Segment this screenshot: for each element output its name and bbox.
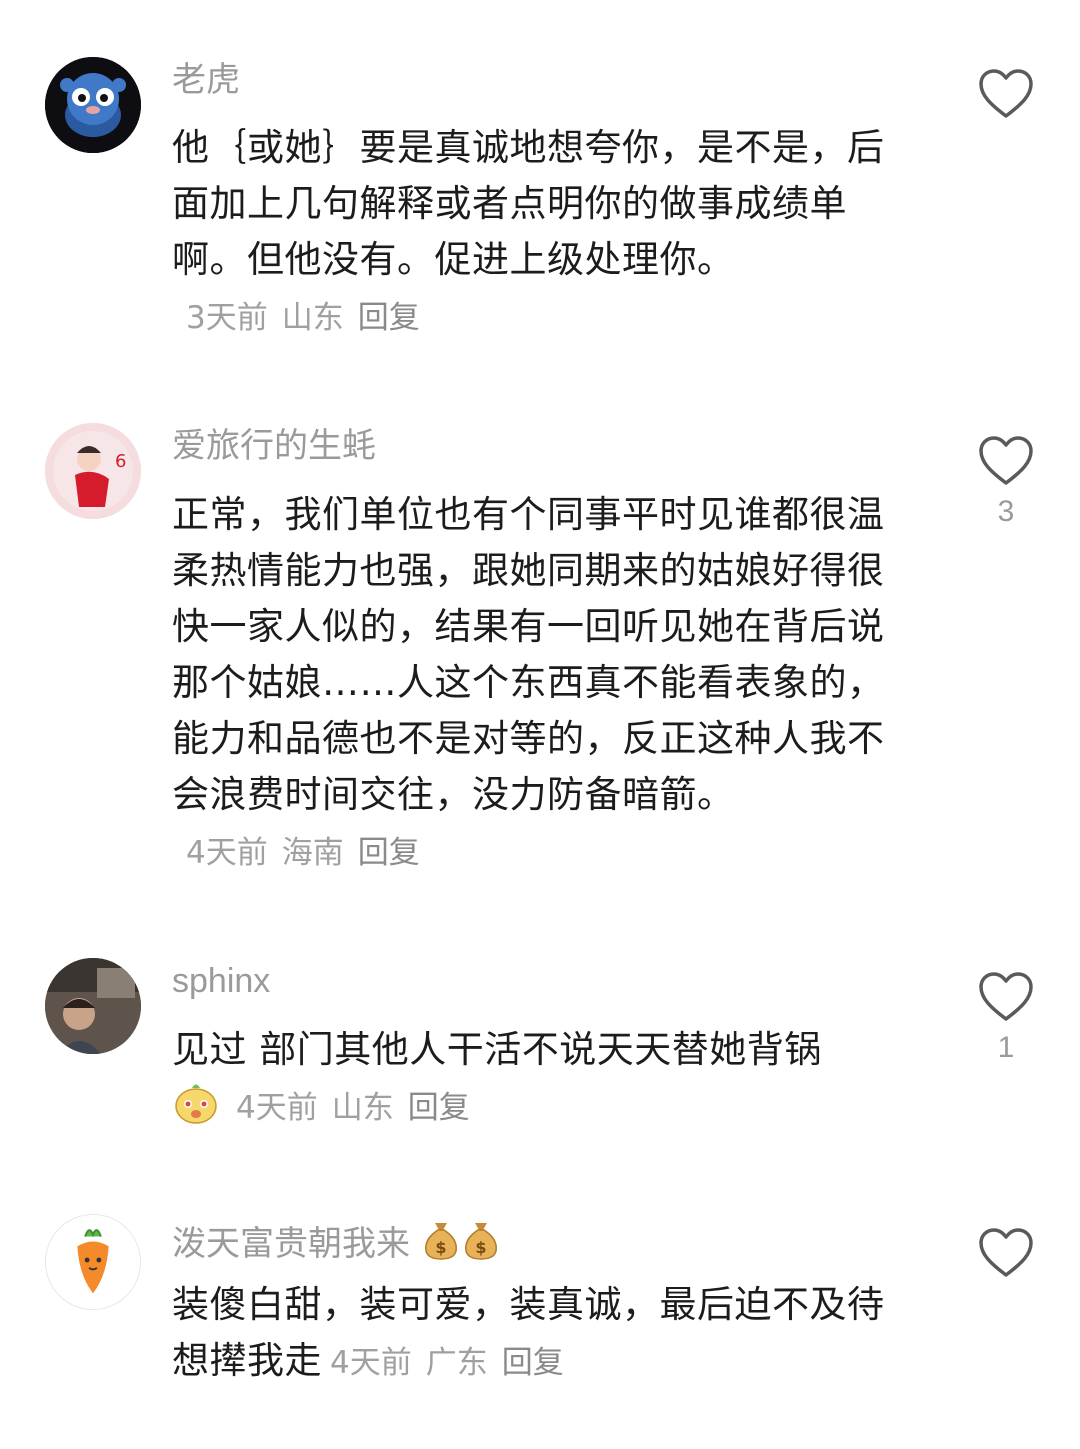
reply-button[interactable]: 回复 [358,300,420,336]
heart-icon [979,436,1033,485]
reply-button[interactable]: 回复 [358,835,420,871]
comment-body: 正常，我们单位也有个同事平时见谁都很温柔热情能力也强，跟她同期来的姑娘好得很快一… [172,493,885,816]
money-bag-icon: $ [421,1217,461,1270]
username[interactable]: sphinx [172,961,270,1001]
avatar-image: 6 [45,423,141,519]
avatar[interactable] [45,1214,141,1310]
heart-icon [979,1228,1033,1277]
comment-meta: 4天前 海南 回复 [186,835,434,871]
username[interactable]: 老虎 [172,60,240,100]
heart-icon [979,69,1033,118]
comment-location: 海南 [281,835,344,871]
reply-button[interactable]: 回复 [408,1090,470,1126]
comment-meta: 4天前 山东 回复 [236,1090,484,1126]
like-count: 1 [997,1031,1015,1064]
comment-body: 他｛或她｝要是真诚地想夸你，是不是，后面加上几句解释或者点明你的做事成绩单啊。但… [172,126,885,281]
avatar-image [45,958,141,1054]
money-bag-icon: $ [461,1217,501,1270]
comment-location: 山东 [281,300,344,336]
like-button[interactable]: 3 [976,435,1036,529]
comment-meta: 3天前 山东 回复 [186,300,434,336]
comment-text: 他｛或她｝要是真诚地想夸你，是不是，后面加上几句解释或者点明你的做事成绩单啊。但… [172,120,902,346]
avatar-image [45,57,141,153]
like-button[interactable] [976,1227,1036,1287]
comment-text: 正常，我们单位也有个同事平时见谁都很温柔热情能力也强，跟她同期来的姑娘好得很快一… [172,487,902,881]
heart-icon [979,972,1033,1021]
username[interactable]: 泼天富贵朝我来 $ $ [172,1217,501,1270]
like-button[interactable] [976,68,1036,128]
username-text: 泼天富贵朝我来 [172,1224,410,1264]
smiley-emoji-icon [172,1078,220,1142]
comment-time: 4天前 [330,1345,412,1381]
comment-time: 4天前 [236,1090,318,1126]
reply-button[interactable]: 回复 [502,1345,564,1381]
avatar[interactable] [45,958,141,1054]
comment-location: 山东 [331,1090,394,1126]
svg-text:$: $ [475,1238,486,1257]
avatar[interactable]: 6 [45,423,141,519]
like-count: 3 [997,495,1015,528]
comment-text: 见过 部门其他人干活不说天天替她背锅 4天前 山东 回复 [172,1022,912,1142]
avatar-image [46,1215,140,1309]
like-button[interactable]: 1 [976,971,1036,1065]
comment-text: 装傻白甜，装可爱，装真诚，最后迫不及待想撵我走 4天前 广东 回复 [172,1277,902,1391]
comment-location: 广东 [425,1345,488,1381]
comment-time: 4天前 [186,835,268,871]
svg-text:$: $ [435,1238,446,1257]
svg-text:6: 6 [115,451,126,472]
comment-time: 3天前 [186,300,268,336]
avatar[interactable] [45,57,141,153]
username[interactable]: 爱旅行的生蚝 [172,426,376,466]
comment-meta: 4天前 广东 回复 [330,1345,578,1381]
comment-body: 见过 部门其他人干活不说天天替她背锅 [172,1028,822,1071]
